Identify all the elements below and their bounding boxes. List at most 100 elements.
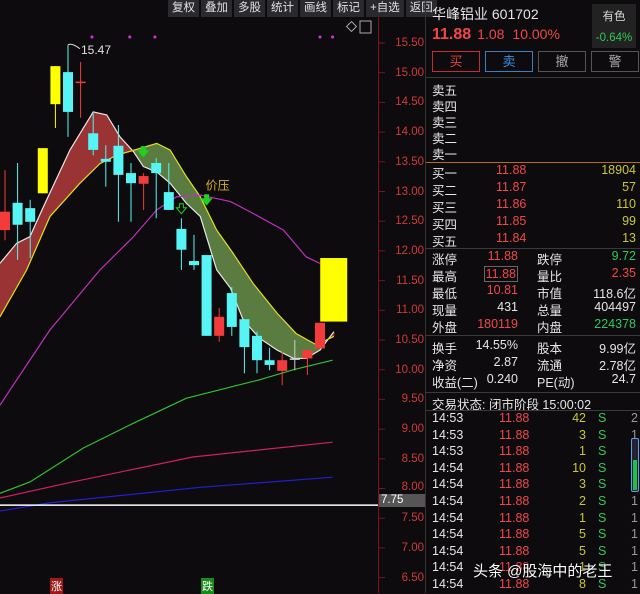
candle-body — [252, 335, 262, 361]
axis-tick-label: 14.00 — [395, 126, 424, 139]
ask-row: 卖四 — [432, 96, 636, 114]
bid-row: 买二 11.87 57 — [432, 180, 636, 198]
stat-row: 最低 10.81 市值 118.6亿 — [432, 283, 636, 301]
ribbon-fill — [277, 313, 281, 352]
bid-row: 买一 11.88 18904 — [432, 163, 636, 181]
axis-tick-label: 7.50 — [401, 512, 424, 525]
tick-side: S — [598, 460, 607, 475]
signal-dot — [90, 35, 94, 39]
stat-row: 现量 431 总量 404497 — [432, 300, 636, 318]
quote-panel: 华峰铝业 601702 11.88 1.08 10.00% 有色 -0.64% 买 卖… — [425, 0, 640, 593]
candle-body — [163, 192, 174, 210]
kline-chart[interactable]: 价压 15.47 — [0, 0, 425, 593]
candle-body — [189, 260, 199, 266]
down-tag: 跌 — [201, 578, 214, 594]
tick-row: 14:53 11.88 3 S 1 — [432, 427, 638, 445]
panel-toggle-icon — [359, 20, 372, 34]
axis-tick-label: 8.50 — [401, 452, 424, 465]
stat-row: 涨停 11.88 跌停 9.72 — [432, 249, 636, 267]
ribbon-fill — [78, 130, 83, 185]
toolbar-button[interactable]: 复权 — [168, 0, 199, 17]
tick-count: 1 — [631, 527, 638, 542]
stat-value: 11.88 — [483, 266, 518, 282]
tick-side: S — [598, 411, 607, 425]
signal-dot — [128, 35, 132, 39]
ribbon-fill — [100, 113, 105, 164]
tick-price: 11.88 — [499, 460, 530, 475]
price-change: 1.08 — [477, 26, 505, 42]
sell-button[interactable]: 卖 — [485, 51, 533, 72]
toolbar-button[interactable]: 叠加 — [201, 0, 232, 17]
ask-row: 卖三 — [432, 112, 636, 130]
bid-volume: 18904 — [601, 163, 636, 177]
tick-time: 14:54 — [432, 477, 464, 492]
tick-row: 14:54 11.88 3 S — [432, 477, 636, 494]
stat-label: 内盘 — [537, 321, 563, 335]
tick-count: 1 — [631, 577, 638, 591]
ask-label: 卖一 — [432, 148, 458, 162]
candle-body — [75, 81, 86, 84]
axis-tick-label: 7.00 — [401, 541, 424, 554]
cancel-button[interactable]: 撤 — [538, 51, 586, 72]
stat-value: 0.240 — [486, 372, 518, 386]
scrollbar[interactable] — [631, 438, 639, 492]
ribbon-fill — [3, 255, 7, 312]
signal-dot — [153, 35, 157, 39]
toolbar-button[interactable]: 标记 — [333, 0, 364, 17]
signal-dot — [331, 35, 335, 39]
axis-tick-label: 9.00 — [401, 423, 424, 436]
stat-value: 11.88 — [487, 249, 518, 263]
scrollbar-thumb[interactable] — [633, 460, 637, 490]
tick-count: 2 — [631, 411, 638, 425]
toolbar-button[interactable]: 画线 — [300, 0, 331, 17]
ribbon-fill — [270, 305, 275, 348]
ribbon-fill — [9, 248, 14, 301]
buy-button[interactable]: 买 — [432, 51, 480, 72]
tick-price: 11.88 — [499, 543, 530, 558]
candle-body — [37, 148, 48, 194]
candle-body — [25, 208, 36, 222]
divider — [426, 392, 640, 393]
toolbar-button[interactable]: 多股 — [234, 0, 265, 17]
tick-row: 14:53 11.88 42 S 2 — [432, 411, 638, 428]
tick-volume: 5 — [579, 527, 586, 542]
ribbon-fill — [251, 281, 256, 334]
ribbon-fill — [223, 239, 228, 284]
high-price-label: 15.47 — [81, 43, 111, 57]
ribbon-fill — [299, 335, 303, 359]
tick-row: 14:54 11.88 5 S 1 — [432, 543, 638, 561]
tick-time: 14:54 — [432, 577, 464, 591]
ribbon-fill — [255, 285, 259, 337]
bid-price: 11.88 — [496, 163, 527, 177]
candle-body — [214, 316, 225, 336]
ribbon-fill — [261, 293, 266, 342]
tick-price: 11.88 — [499, 444, 530, 459]
ribbon-fill — [286, 323, 291, 357]
tick-time: 14:53 — [432, 427, 464, 442]
ma-line — [0, 476, 333, 512]
stat-value: 9.72 — [611, 249, 636, 263]
tick-count: 1 — [631, 543, 638, 558]
stat-value: 2.35 — [611, 266, 636, 280]
trade-buttons: 买 卖 撤 警 — [432, 51, 639, 72]
toolbar-button[interactable]: 统计 — [267, 0, 298, 17]
tick-row: 14:54 11.88 2 S 1 — [432, 494, 638, 511]
ribbon-fill — [239, 262, 244, 319]
signal-dot — [318, 35, 322, 39]
sector-box[interactable]: 有色 -0.64% — [592, 4, 636, 48]
tick-side: S — [598, 510, 607, 525]
tick-price: 11.88 — [499, 477, 530, 492]
tick-side: S — [598, 477, 607, 492]
candle-body — [88, 133, 99, 150]
toolbar-button[interactable]: +自选 — [366, 0, 404, 17]
tick-row: 14:54 11.88 1 S 1 — [432, 510, 638, 528]
divider — [426, 335, 640, 336]
axis-tick-label: 10.50 — [395, 334, 424, 346]
tick-volume: 42 — [572, 411, 586, 425]
axis-tick-label: 10.00 — [395, 363, 424, 376]
alert-button[interactable]: 警 — [591, 51, 639, 72]
ribbon-fill — [163, 146, 168, 181]
candle-body — [289, 358, 300, 360]
axis-tick-label: 13.00 — [395, 185, 424, 198]
candle-body — [264, 360, 275, 365]
